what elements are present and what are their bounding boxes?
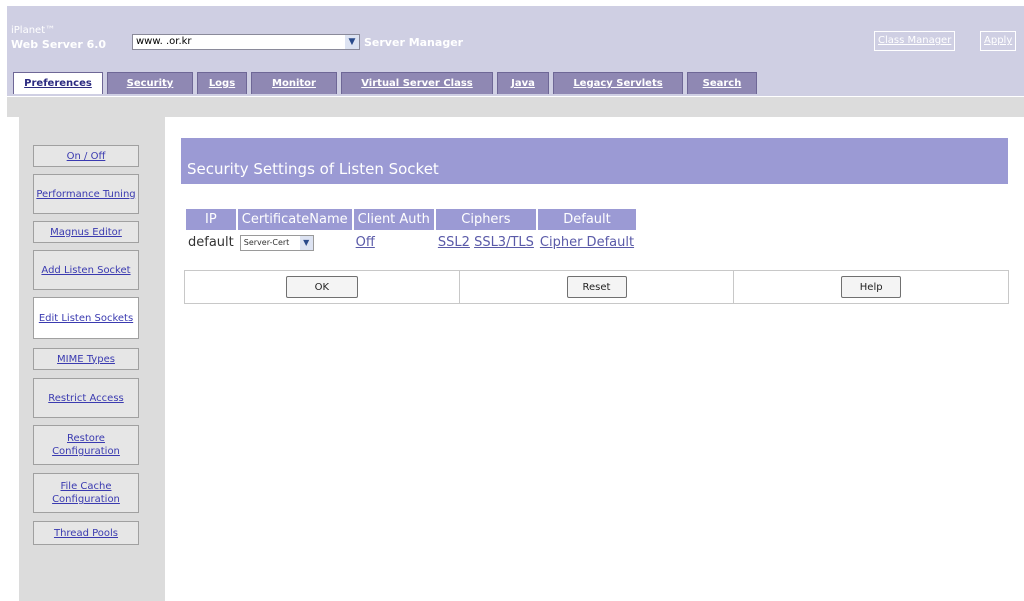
tab-bar: Preferences Security Logs Monitor Virtua…	[7, 72, 1024, 96]
cell-ip: default	[188, 235, 234, 250]
cipher-ssl2-link[interactable]: SSL2	[438, 235, 470, 250]
sub-bar	[7, 96, 1024, 117]
class-manager-link[interactable]: Class Manager	[874, 31, 956, 51]
tab-preferences[interactable]: Preferences	[13, 72, 103, 94]
col-header-default: Default	[537, 209, 637, 230]
sidebar-item-file-cache-configuration[interactable]: File Cache Configuration	[33, 473, 139, 513]
brand-line1: iPlanet™	[11, 25, 56, 36]
button-cell-ok: OK	[185, 271, 460, 303]
col-header-ciphers: Ciphers	[435, 209, 536, 230]
cipher-default-link[interactable]: Cipher Default	[540, 235, 634, 250]
cipher-ssl3-tls-link[interactable]: SSL3/TLS	[474, 235, 534, 250]
button-row: OK Reset Help	[184, 270, 1009, 304]
server-select[interactable]: www. .or.kr ▼	[132, 34, 360, 50]
col-header-ip: IP	[186, 209, 236, 230]
listen-socket-table: IP CertificateName Client Auth Ciphers D…	[184, 207, 638, 255]
sidebar-item-on-off[interactable]: On / Off	[33, 145, 139, 167]
tab-search[interactable]: Search	[687, 72, 757, 94]
sidebar-item-performance-tuning[interactable]: Performance Tuning	[33, 174, 139, 214]
tab-security[interactable]: Security	[107, 72, 193, 94]
tab-monitor[interactable]: Monitor	[251, 72, 337, 94]
apply-link[interactable]: Apply	[980, 31, 1017, 51]
reset-button[interactable]: Reset	[566, 276, 627, 298]
col-header-client-auth: Client Auth	[353, 209, 434, 230]
chevron-down-icon: ▼	[345, 35, 359, 49]
sidebar-item-restore-configuration[interactable]: Restore Configuration	[33, 425, 139, 465]
sidebar-item-mime-types[interactable]: MIME Types	[33, 348, 139, 370]
chevron-down-icon: ▼	[299, 236, 313, 250]
ok-button[interactable]: OK	[285, 276, 358, 298]
tab-logs[interactable]: Logs	[197, 72, 247, 94]
page-title: Security Settings of Listen Socket	[187, 160, 439, 178]
button-cell-reset: Reset	[460, 271, 735, 303]
tab-java[interactable]: Java	[497, 72, 549, 94]
client-auth-link[interactable]: Off	[356, 235, 375, 250]
cell-default: Cipher Default	[538, 232, 636, 253]
tab-virtual-server-class[interactable]: Virtual Server Class	[341, 72, 493, 94]
sidebar-item-add-listen-socket[interactable]: Add Listen Socket	[33, 250, 139, 290]
col-header-certificate-name: CertificateName	[237, 209, 352, 230]
sidebar-item-thread-pools[interactable]: Thread Pools	[33, 521, 139, 545]
page-title-bar: Security Settings of Listen Socket	[181, 138, 1008, 184]
table-row: default Server-Cert ▼ Off SSL2 SSL3/TLS …	[186, 232, 636, 253]
cell-client-auth: Off	[354, 232, 434, 253]
brand-line2: Web Server 6.0	[11, 38, 107, 51]
certificate-select-value: Server-Cert	[243, 238, 290, 247]
sidebar-item-restrict-access[interactable]: Restrict Access	[33, 378, 139, 418]
sidebar: On / Off Performance Tuning Magnus Edito…	[19, 116, 165, 601]
header-title: Server Manager	[364, 36, 464, 49]
cell-ciphers: SSL2 SSL3/TLS	[436, 232, 536, 253]
app-window: iPlanet™ Web Server 6.0 www. .or.kr ▼ Se…	[7, 6, 1024, 601]
header: iPlanet™ Web Server 6.0 www. .or.kr ▼ Se…	[7, 6, 1024, 117]
tab-legacy-servlets[interactable]: Legacy Servlets	[553, 72, 683, 94]
help-button[interactable]: Help	[841, 276, 902, 298]
button-cell-help: Help	[734, 271, 1008, 303]
table-header-row: IP CertificateName Client Auth Ciphers D…	[186, 209, 637, 230]
sidebar-item-edit-listen-sockets[interactable]: Edit Listen Sockets	[33, 297, 139, 339]
cell-certificate: Server-Cert ▼	[238, 232, 352, 253]
certificate-select[interactable]: Server-Cert ▼	[239, 235, 314, 251]
server-select-value: www. .or.kr	[136, 36, 192, 47]
sidebar-item-magnus-editor[interactable]: Magnus Editor	[33, 221, 139, 243]
